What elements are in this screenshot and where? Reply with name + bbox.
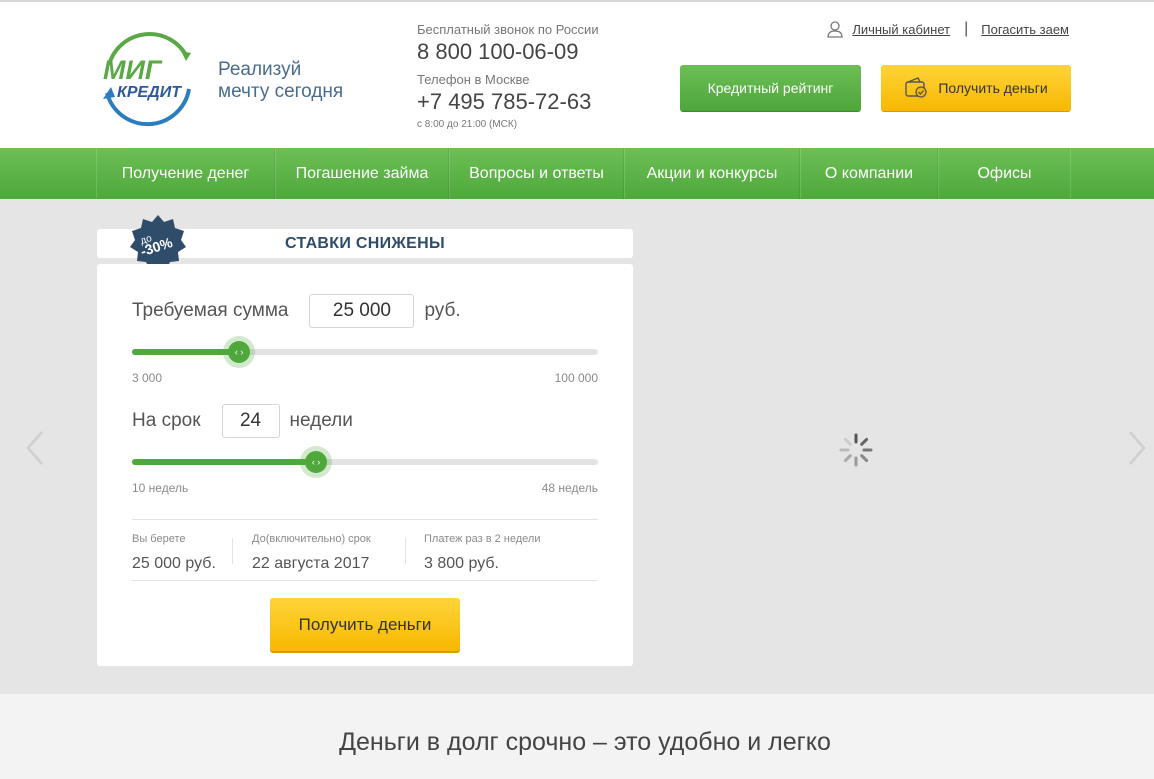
nav-item-about[interactable]: О компании [800,148,938,199]
tagline-line-1: Реализуй [218,59,302,80]
contact-phones: Бесплатный звонок по России 8 800 100-06… [417,22,599,132]
summary-payment-title: Платеж раз в 2 недели [424,533,541,545]
term-slider-handle[interactable]: ‹ › [300,446,333,478]
site-header: МИГ КРЕДИТ Реализуй мечту сегодня Беспла… [0,0,1154,148]
mig-credit-logo[interactable]: МИГ КРЕДИТ [97,27,197,127]
term-unit: недели [289,410,353,431]
summary-due-date-value: 22 августа 2017 [252,555,370,572]
credit-rating-label: Кредитный рейтинг [707,80,834,96]
summary-divider [232,538,233,564]
summary-amount-title: Вы берете [132,533,186,545]
free-call-number[interactable]: 8 800 100-06-09 [417,38,599,66]
summary-payment-value: 3 800 руб. [424,555,499,572]
logo-text-bottom: КРЕДИТ [117,84,182,101]
nav-item-get-money[interactable]: Получение денег [96,148,275,199]
term-label: На срок [132,410,201,431]
get-money-header-button[interactable]: Получить деньги [881,65,1071,111]
free-call-label: Бесплатный звонок по России [417,22,599,37]
link-separator: | [964,20,969,37]
term-row: На срок 24 недели [132,404,353,438]
summary-divider [405,538,406,564]
get-money-button[interactable]: Получить деньги [270,598,460,651]
repay-loan-link[interactable]: Погасить заем [981,22,1069,37]
tagline: Реализуй мечту сегодня [218,59,343,103]
amount-unit: руб. [424,300,461,321]
loading-spinner-icon [839,433,873,467]
amount-input[interactable]: 25 000 [309,294,415,328]
user-icon [827,21,843,38]
term-max: 48 недель [541,481,598,495]
tagline-line-2: мечту сегодня [218,81,344,102]
nav-item-faq[interactable]: Вопросы и ответы [449,148,624,199]
amount-slider[interactable]: ‹ › [132,336,598,368]
summary-payment: Платеж раз в 2 недели 3 800 руб. [424,532,541,574]
term-min: 10 недель [132,481,189,495]
main-nav: Получение денег Погашение займа Вопросы … [0,148,1154,199]
term-input[interactable]: 24 [221,404,280,438]
summary-amount: Вы берете 25 000 руб. [132,532,216,574]
rates-reduced-title: СТАВКИ СНИЖЕНЫ [285,235,445,252]
working-hours: с 8:00 до 21:00 (МСК) [417,119,518,130]
amount-slider-handle[interactable]: ‹ › [223,336,256,368]
term-slider-fill [132,459,317,465]
moscow-phone-label: Телефон в Москве [417,72,530,87]
moscow-phone-number[interactable]: +7 495 785-72-63 [417,88,599,116]
amount-max: 100 000 [554,371,598,385]
term-slider[interactable]: ‹ › [132,446,598,478]
get-money-header-label: Получить деньги [938,80,1048,96]
loan-summary: Вы берете 25 000 руб. До(включительно) с… [132,519,598,581]
amount-min: 3 000 [132,371,163,385]
logo-text-top: МИГ [103,55,163,85]
personal-cabinet-link[interactable]: Личный кабинет [852,22,950,37]
amount-row: Требуемая сумма 25 000 руб. [132,294,461,328]
summary-due-date: До(включительно) срок 22 августа 2017 [252,532,371,574]
slider-next-arrow-icon[interactable] [1124,428,1150,468]
info-headline: Деньги в долг срочно – это удобно и легк… [339,728,831,756]
slider-prev-arrow-icon[interactable] [22,428,48,468]
nav-item-repayment[interactable]: Погашение займа [275,148,449,199]
get-money-button-label: Получить деньги [298,614,432,634]
top-links: Личный кабинет | Погасить заем [826,20,1069,38]
nav-item-promotions[interactable]: Акции и конкурсы [624,148,800,199]
amount-label: Требуемая сумма [132,300,289,321]
wallet-icon [905,77,927,98]
credit-rating-button[interactable]: Кредитный рейтинг [680,65,861,111]
summary-amount-value: 25 000 руб. [132,555,216,572]
summary-due-date-title: До(включительно) срок [252,533,371,545]
nav-item-offices[interactable]: Офисы [938,148,1071,199]
loan-calculator: Требуемая сумма 25 000 руб. ‹ › 3 000 10… [97,264,633,666]
